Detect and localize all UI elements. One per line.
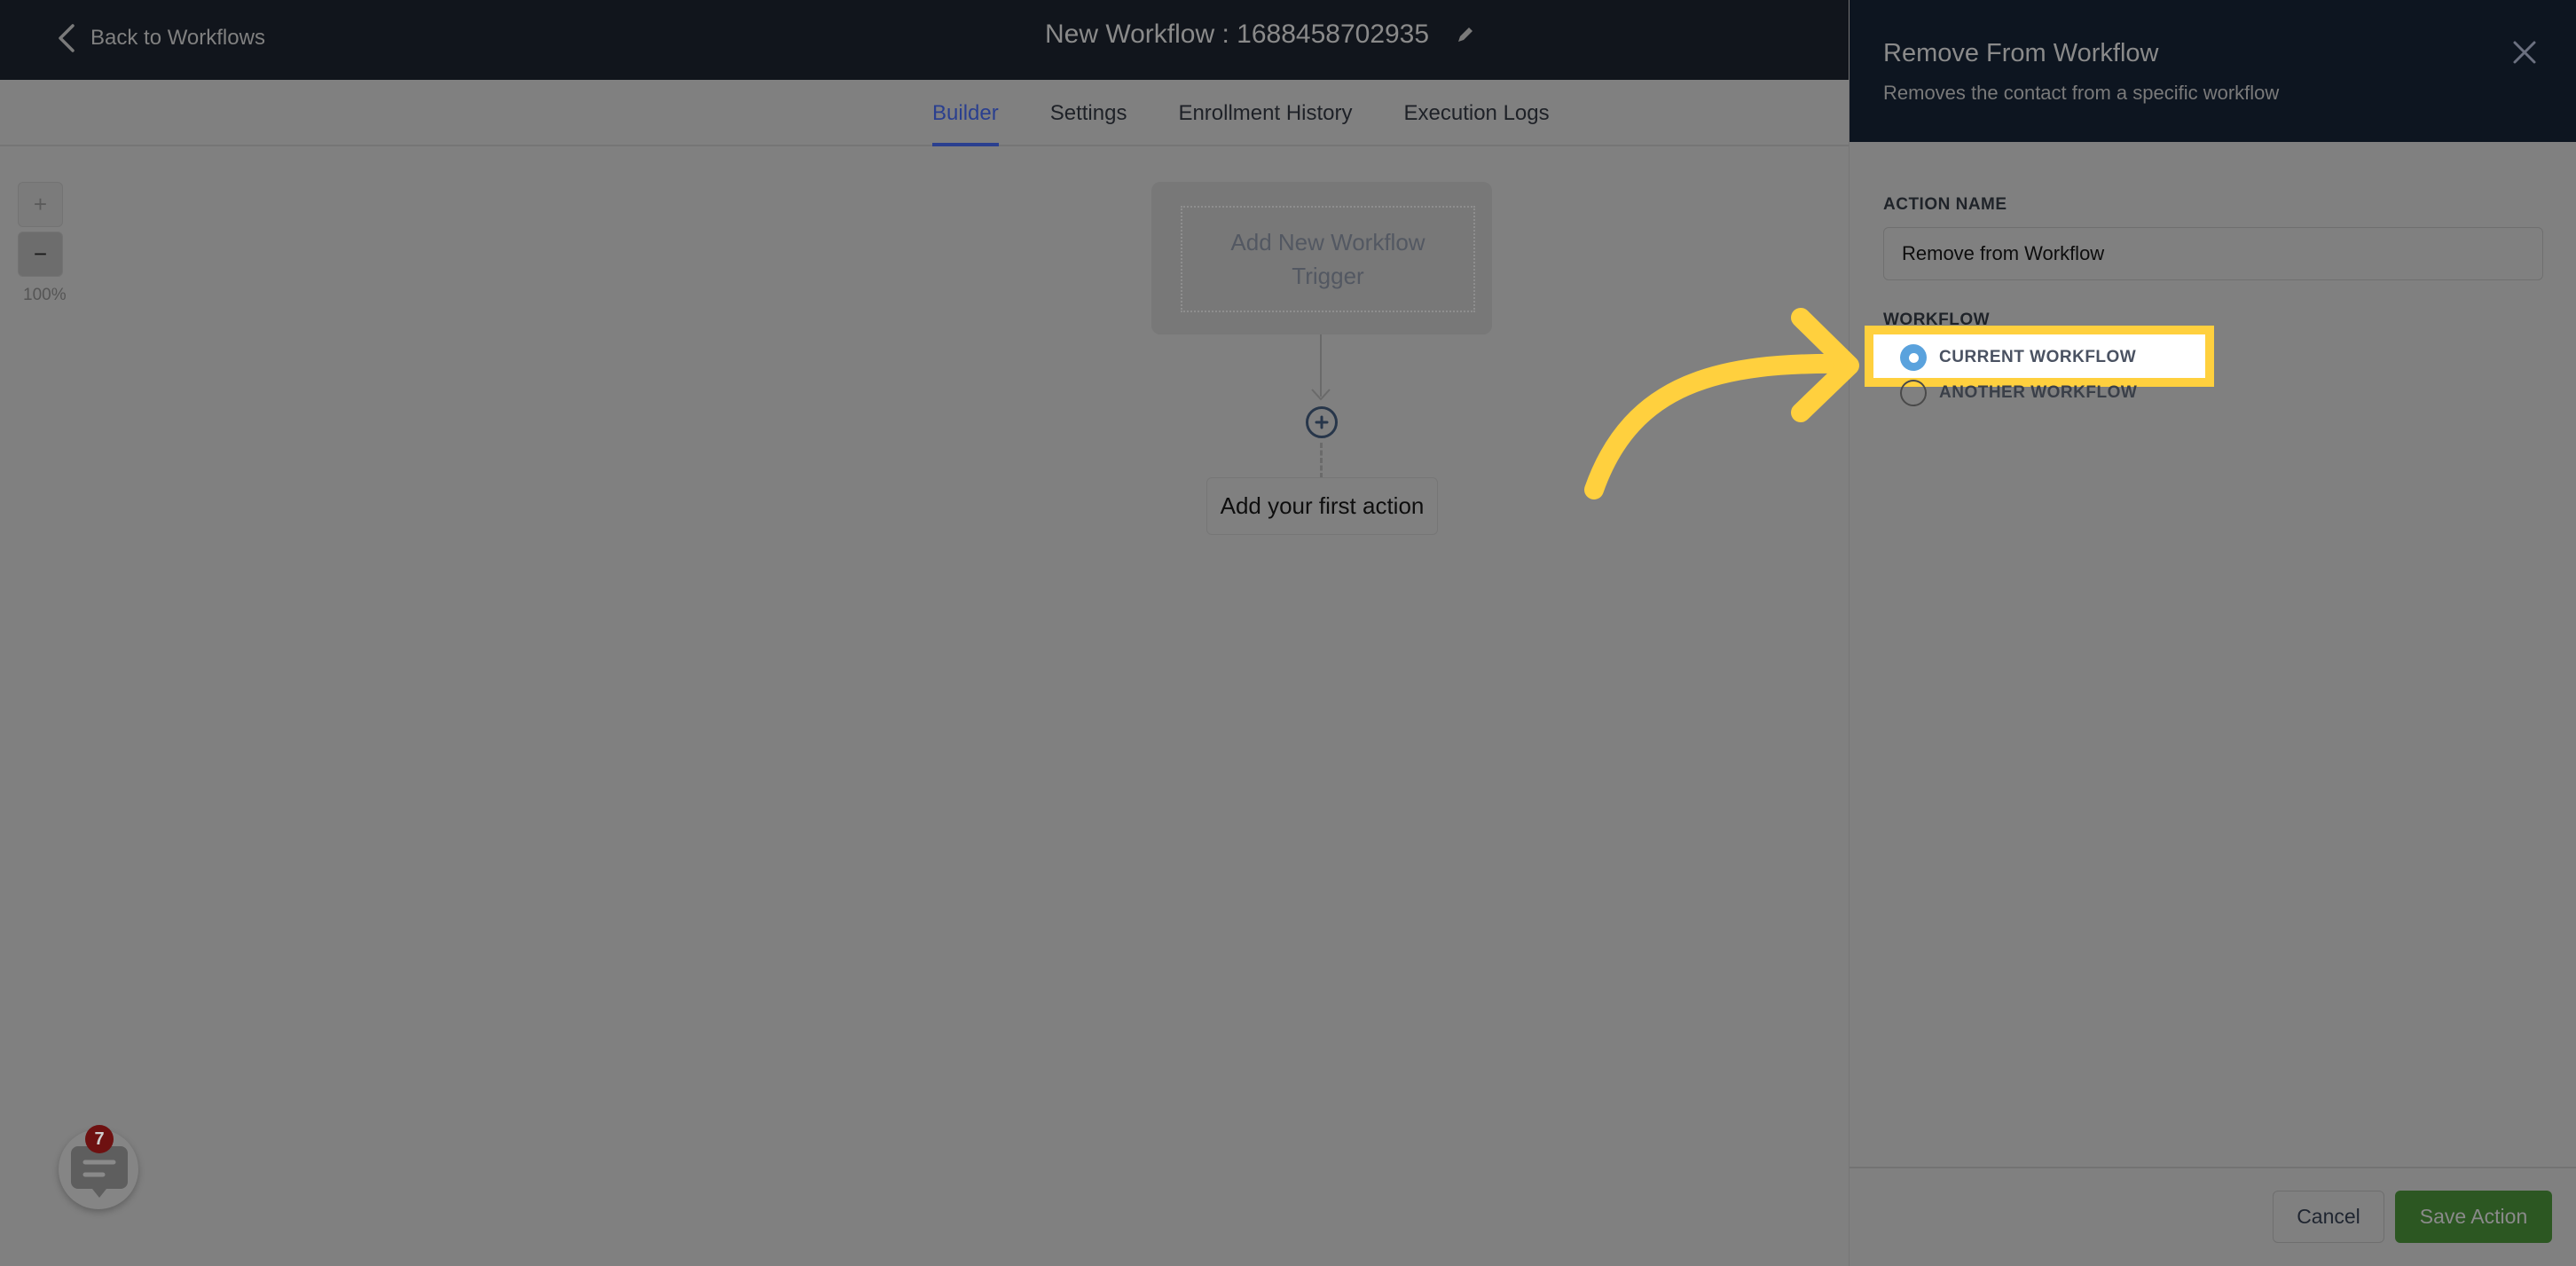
tab-list: Builder Settings Enrollment History Exec… (932, 80, 1601, 146)
dashed-connector (1320, 443, 1323, 478)
tab-enrollment-history[interactable]: Enrollment History (1178, 80, 1352, 146)
close-icon[interactable] (2511, 39, 2538, 66)
back-link-label: Back to Workflows (90, 26, 265, 50)
panel-subtitle: Removes the contact from a specific work… (1883, 82, 2280, 104)
radio-another-label: ANOTHER WORKFLOW (1939, 383, 2138, 402)
action-side-panel: Remove From Workflow Removes the contact… (1849, 0, 2576, 1266)
tab-settings[interactable]: Settings (1050, 80, 1127, 146)
connector-arrow-icon (1311, 389, 1331, 401)
tab-execution-logs[interactable]: Execution Logs (1404, 80, 1550, 146)
radio-selected-icon (1900, 344, 1927, 371)
radio-current-workflow[interactable]: CURRENT WORKFLOW (1900, 344, 2136, 371)
top-nav-bar: Back to Workflows New Workflow : 1688458… (0, 0, 1849, 80)
chat-notification-badge: 7 (85, 1125, 114, 1153)
back-to-workflows-link[interactable]: Back to Workflows (57, 23, 265, 53)
panel-title: Remove From Workflow (1883, 39, 2159, 67)
zoom-level: 100% (23, 286, 67, 304)
trigger-line1: Add New Workflow (1230, 229, 1425, 256)
action-name-input[interactable] (1883, 227, 2543, 280)
workflow-title-text: New Workflow : 1688458702935 (1045, 20, 1430, 49)
cancel-button[interactable]: Cancel (2273, 1191, 2384, 1243)
plus-icon (1315, 415, 1329, 429)
trigger-line2: Trigger (1292, 263, 1364, 289)
radio-unselected-icon (1900, 380, 1927, 406)
tab-builder[interactable]: Builder (932, 80, 999, 146)
add-trigger-button[interactable]: Add New Workflow Trigger (1181, 206, 1475, 312)
save-action-button[interactable]: Save Action (2395, 1191, 2552, 1243)
panel-header: Remove From Workflow Removes the contact… (1850, 0, 2576, 142)
add-action-button[interactable] (1306, 406, 1338, 438)
tabs-bar: Builder Settings Enrollment History Exec… (0, 80, 1849, 146)
footer-divider (1850, 1167, 2576, 1168)
radio-current-label: CURRENT WORKFLOW (1939, 348, 2137, 366)
workflow-title: New Workflow : 1688458702935 (1045, 20, 1475, 50)
add-first-action-button[interactable]: Add your first action (1206, 477, 1438, 535)
zoom-in-button[interactable]: + (18, 182, 63, 227)
radio-another-workflow[interactable]: ANOTHER WORKFLOW (1900, 380, 2137, 406)
action-name-label: ACTION NAME (1883, 195, 2007, 214)
zoom-out-button[interactable]: − (18, 232, 63, 277)
trigger-node: Add New Workflow Trigger (1151, 182, 1492, 334)
chevron-left-icon (59, 24, 75, 52)
pencil-icon[interactable] (1456, 25, 1475, 44)
